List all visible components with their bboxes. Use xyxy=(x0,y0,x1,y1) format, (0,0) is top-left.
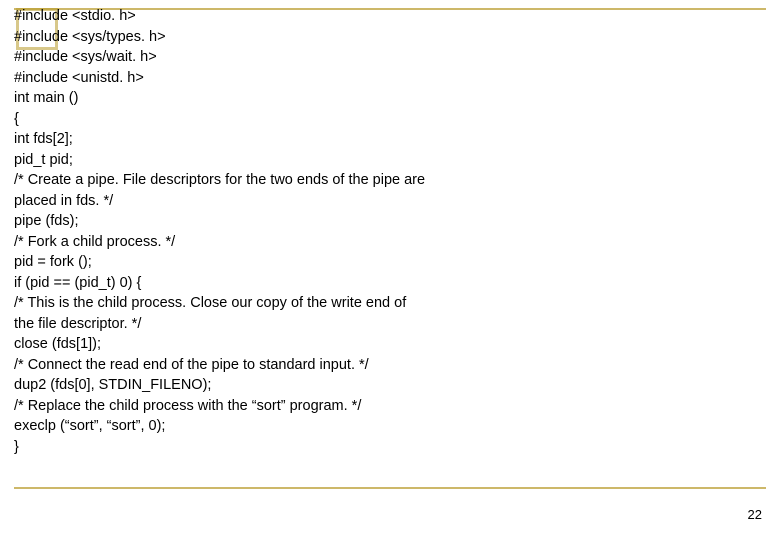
code-line: placed in fds. */ xyxy=(14,191,766,212)
code-line: { xyxy=(14,109,766,130)
code-line: #include <sys/types. h> xyxy=(14,27,766,48)
code-line: #include <unistd. h> xyxy=(14,68,766,89)
code-line: if (pid == (pid_t) 0) { xyxy=(14,273,766,294)
code-block: #include <stdio. h> #include <sys/types.… xyxy=(14,6,766,457)
code-line: pid = fork (); xyxy=(14,252,766,273)
code-line: dup2 (fds[0], STDIN_FILENO); xyxy=(14,375,766,396)
page-number: 22 xyxy=(748,507,762,522)
slide: #include <stdio. h> #include <sys/types.… xyxy=(0,0,780,540)
code-line: /* Replace the child process with the “s… xyxy=(14,396,766,417)
code-line: pipe (fds); xyxy=(14,211,766,232)
code-line: pid_t pid; xyxy=(14,150,766,171)
code-line: #include <sys/wait. h> xyxy=(14,47,766,68)
code-line: int fds[2]; xyxy=(14,129,766,150)
code-line: #include <stdio. h> xyxy=(14,6,766,27)
code-line: close (fds[1]); xyxy=(14,334,766,355)
code-line: execlp (“sort”, “sort”, 0); xyxy=(14,416,766,437)
bottom-rule xyxy=(14,487,766,489)
code-line: the file descriptor. */ xyxy=(14,314,766,335)
code-line: /* Connect the read end of the pipe to s… xyxy=(14,355,766,376)
code-line: } xyxy=(14,437,766,458)
code-line: int main () xyxy=(14,88,766,109)
code-line: /* This is the child process. Close our … xyxy=(14,293,766,314)
code-line: /* Create a pipe. File descriptors for t… xyxy=(14,170,766,191)
code-line: /* Fork a child process. */ xyxy=(14,232,766,253)
